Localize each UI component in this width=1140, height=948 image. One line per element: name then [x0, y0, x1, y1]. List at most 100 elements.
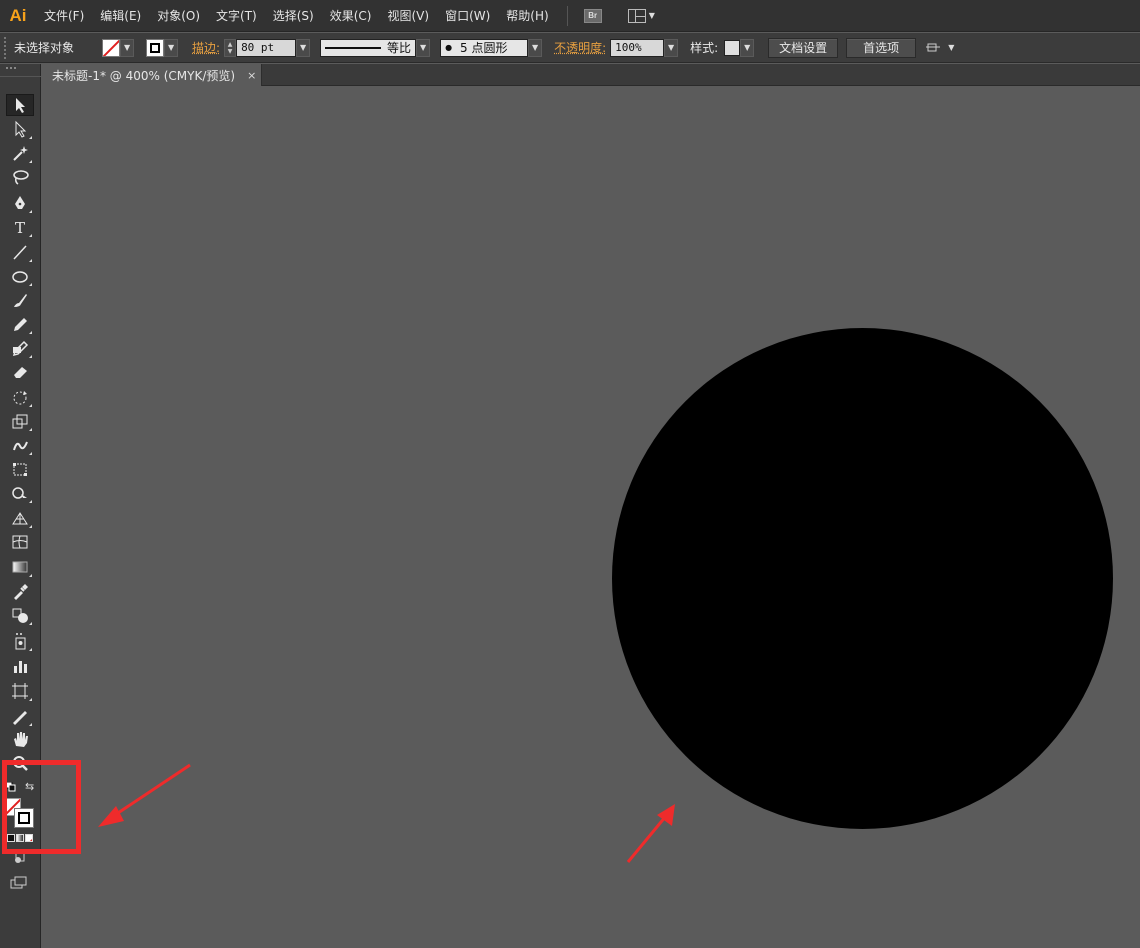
pencil-tool-icon — [14, 318, 27, 331]
brush-definition[interactable]: ● 5 点圆形 — [440, 38, 529, 57]
magic-wand-tool-button[interactable] — [6, 142, 34, 164]
column-graph-tool-button[interactable] — [6, 655, 34, 677]
pencil-tool-button[interactable] — [6, 313, 34, 335]
rotate-tool-button[interactable] — [6, 386, 34, 408]
menu-help[interactable]: 帮助(H) — [498, 0, 556, 32]
stroke-weight-label[interactable]: 描边: — [192, 39, 220, 56]
ellipse-tool-button[interactable] — [6, 265, 34, 287]
opacity-field[interactable]: 100% — [610, 38, 665, 57]
profile-line-preview — [325, 46, 382, 49]
slice-tool-button[interactable] — [6, 705, 34, 727]
paintbrush-tool-button[interactable] — [6, 289, 34, 311]
symbol-sprayer-tool-icon — [15, 633, 26, 650]
toolbox-divider — [0, 76, 41, 80]
eyedropper-tool-button[interactable] — [6, 580, 34, 602]
scale-tool-button[interactable] — [6, 410, 34, 432]
warp-tool-button[interactable] — [6, 434, 34, 456]
tool-group-indicator — [29, 404, 32, 407]
eraser-tool-icon — [14, 367, 27, 378]
type-tool-button[interactable]: T — [6, 216, 34, 238]
rotate-tool-icon — [13, 391, 27, 405]
direct-selection-tool-button[interactable] — [6, 118, 34, 140]
free-transform-tool-button[interactable] — [6, 458, 34, 480]
menu-edit[interactable]: 编辑(E) — [92, 0, 149, 32]
mesh-tool-button[interactable] — [6, 531, 34, 553]
menu-select[interactable]: 选择(S) — [265, 0, 322, 32]
black-circle-shape[interactable] — [612, 328, 1113, 829]
bridge-button[interactable]: Br — [583, 6, 602, 26]
control-bar: 未选择对象 ▼ ▼ 描边: ▲ ▼ 80 pt ▼ 等比 ▼ ● 5 点圆形 ▼ … — [0, 33, 1140, 63]
pen-tool-button[interactable] — [6, 192, 34, 214]
svg-text:T: T — [15, 219, 25, 236]
perspective-grid-tool-button[interactable] — [6, 507, 34, 529]
blob-brush-tool-button[interactable] — [6, 337, 34, 359]
tool-group-indicator — [29, 331, 32, 334]
variable-width-profile[interactable]: 等比 — [320, 38, 417, 57]
stroke-weight-stepper[interactable]: ▲ ▼ — [224, 38, 237, 57]
symbol-sprayer-tool-button[interactable] — [6, 630, 34, 652]
blend-tool-button[interactable] — [6, 604, 34, 626]
menu-window[interactable]: 窗口(W) — [437, 0, 498, 32]
preferences-button[interactable]: 首选项 — [846, 37, 917, 58]
shape-builder-tool-button[interactable] — [6, 482, 34, 504]
workspace-switcher-button[interactable]: ▼ — [627, 6, 655, 26]
perspective-grid-tool-icon — [12, 512, 28, 525]
tool-group-indicator — [29, 210, 32, 213]
mesh-tool-icon — [12, 535, 28, 549]
annotation-highlight-box — [2, 760, 81, 854]
stroke-weight-field[interactable]: 80 pt — [236, 38, 297, 57]
warp-tool-icon — [13, 441, 28, 451]
gradient-tool-button[interactable] — [6, 556, 34, 578]
scale-tool-icon — [12, 414, 28, 429]
style-dropdown[interactable]: ▼ — [740, 38, 755, 57]
lasso-tool-button[interactable] — [6, 166, 34, 188]
menu-effect[interactable]: 效果(C) — [322, 0, 380, 32]
line-tool-button[interactable] — [6, 241, 34, 263]
graphic-style-swatch[interactable] — [724, 39, 741, 56]
tool-group-indicator — [29, 160, 32, 163]
opacity-label[interactable]: 不透明度: — [554, 39, 606, 56]
toolbox-grip[interactable] — [6, 67, 16, 71]
tool-group-indicator — [29, 452, 32, 455]
hand-tool-button[interactable] — [6, 728, 34, 750]
paintbrush-tool-icon — [14, 294, 27, 307]
chevron-down-icon: ▼ — [648, 11, 655, 20]
selection-tool-icon — [16, 98, 25, 113]
pen-tool-icon — [15, 196, 25, 209]
profile-label: 等比 — [387, 41, 412, 55]
ellipse-tool-icon — [12, 271, 28, 283]
document-tab-title: 未标题-1* @ 400% (CMYK/预览) — [52, 68, 236, 83]
artboard-tool-button[interactable] — [6, 680, 34, 702]
menu-bar: Ai 文件(F) 编辑(E) 对象(O) 文字(T) 选择(S) 效果(C) 视… — [0, 0, 1140, 32]
arrange-documents-icon[interactable]: ▼ — [926, 41, 954, 55]
menu-file[interactable]: 文件(F) — [36, 0, 92, 32]
stroke-dropdown-arrow[interactable]: ▼ — [164, 38, 179, 57]
eraser-tool-button[interactable] — [6, 360, 34, 382]
magic-wand-tool-icon — [13, 146, 28, 161]
tool-group-indicator — [29, 500, 32, 503]
menu-view[interactable]: 视图(V) — [379, 0, 437, 32]
document-tab-strip: 未标题-1* @ 400% (CMYK/预览) × — [42, 64, 1140, 86]
selection-tool-button[interactable] — [6, 94, 34, 116]
artboard-canvas[interactable] — [42, 86, 1140, 948]
document-setup-button[interactable]: 文档设置 — [768, 37, 839, 58]
brush-dropdown[interactable]: ▼ — [528, 38, 543, 57]
document-tab[interactable]: 未标题-1* @ 400% (CMYK/预览) × — [42, 64, 262, 86]
screen-mode-icon[interactable] — [10, 876, 28, 890]
fill-dropdown-arrow[interactable]: ▼ — [120, 38, 135, 57]
close-icon[interactable]: × — [247, 69, 256, 82]
panel-grip[interactable] — [4, 36, 10, 59]
stroke-color-swatch[interactable] — [146, 38, 165, 57]
opacity-dropdown[interactable]: ▼ — [664, 38, 679, 57]
align-icon — [926, 43, 941, 51]
menu-object[interactable]: 对象(O) — [149, 0, 208, 32]
type-tool-icon: T — [15, 219, 25, 236]
stroke-weight-dropdown[interactable]: ▼ — [296, 38, 311, 57]
column-graph-tool-icon — [14, 661, 27, 673]
profile-dropdown[interactable]: ▼ — [416, 38, 431, 57]
fill-color-swatch[interactable] — [102, 38, 121, 57]
blend-tool-icon — [12, 608, 28, 623]
tool-group-indicator — [29, 574, 32, 577]
menu-type[interactable]: 文字(T) — [208, 0, 265, 32]
app-logo: Ai — [9, 5, 27, 25]
